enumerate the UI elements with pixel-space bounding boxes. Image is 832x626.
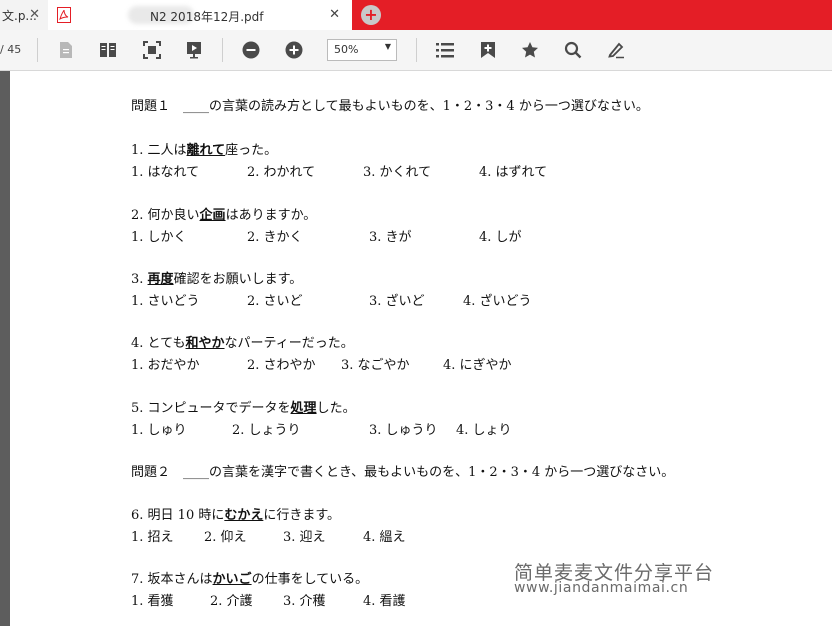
- single-page-view-button[interactable]: [56, 40, 76, 60]
- chevron-down-icon: ▼: [384, 42, 391, 51]
- question-text: 6. 明日 10 時にむかえに行きます。: [131, 504, 340, 523]
- presentation-mode-button[interactable]: [184, 40, 204, 60]
- page-icon: [60, 42, 72, 58]
- zoom-out-icon: [242, 41, 260, 59]
- option: 1. しゅり: [131, 423, 187, 438]
- toolbar-divider: [37, 38, 38, 62]
- question-text-pre: 5. コンピュータでデータを: [131, 401, 291, 416]
- tab-active-title: N2 2018年12月.pdf: [150, 10, 264, 24]
- option: 3. きが: [369, 230, 412, 245]
- option: 3. 介穫: [283, 594, 326, 609]
- question-text-pre: 4. とても: [131, 336, 186, 351]
- option: 4. にぎやか: [443, 358, 512, 373]
- option: 3. かくれて: [363, 165, 432, 180]
- option: 1. さいどう: [131, 294, 200, 309]
- close-icon[interactable]: ✕: [29, 7, 40, 22]
- annotate-button[interactable]: [606, 40, 626, 60]
- close-icon[interactable]: ✕: [329, 7, 340, 22]
- two-page-icon: [100, 43, 116, 57]
- option: 4. しょり: [456, 423, 512, 438]
- option: 1. はなれて: [131, 165, 200, 180]
- option: 2. わかれて: [247, 165, 316, 180]
- question-text-pre: 3.: [131, 272, 148, 287]
- page-count: / 45: [0, 43, 22, 56]
- option: 1. 招え: [131, 530, 174, 545]
- option: 4. 縕え: [363, 530, 406, 545]
- option: 3. しゅうり: [369, 423, 438, 438]
- option: 2. さわやか: [247, 358, 316, 373]
- option: 4. はずれて: [479, 165, 548, 180]
- toolbar-divider: [222, 38, 223, 62]
- question-underlined-word: 離れて: [186, 143, 226, 158]
- question-text-post: 確認をお願いします。: [173, 272, 303, 287]
- presentation-icon: [187, 42, 201, 59]
- question-text-pre: 1. 二人は: [131, 143, 187, 158]
- annotate-pen-icon: [608, 42, 624, 59]
- outline-button[interactable]: [435, 40, 455, 60]
- question-underlined-word: むかえ: [224, 508, 264, 523]
- question-text-post: はありますか。: [225, 208, 317, 223]
- toolbar-divider: [416, 38, 417, 62]
- question-text: 4. とても和やかなパーティーだった。: [131, 332, 354, 351]
- option: 4. ざいどう: [463, 294, 532, 309]
- watermark-url: www.jiandanmaimai.cn: [514, 580, 689, 596]
- star-icon: [522, 42, 538, 58]
- option: 1. しかく: [131, 230, 187, 245]
- add-bookmark-icon: [481, 42, 495, 58]
- fit-to-screen-button[interactable]: [142, 40, 162, 60]
- tab-bar: 文.p... ✕ N2 2018年12月.pdf ✕ +: [0, 0, 832, 30]
- tab-active-document[interactable]: N2 2018年12月.pdf ✕: [48, 0, 352, 30]
- question-text-post: 座った。: [225, 143, 278, 158]
- option: 1. おだやか: [131, 358, 200, 373]
- question-text-post: に行きます。: [263, 508, 341, 523]
- question-text: 2. 何か良い企画はありますか。: [131, 204, 316, 223]
- option: 2. 仰え: [204, 530, 247, 545]
- zoom-out-button[interactable]: [241, 40, 261, 60]
- option: 2. きかく: [247, 230, 303, 245]
- fit-screen-icon: [143, 41, 161, 59]
- question-text-pre: 7. 坂本さんは: [131, 572, 213, 587]
- zoom-in-button[interactable]: [284, 40, 304, 60]
- new-tab-plus-icon[interactable]: +: [361, 5, 381, 25]
- zoom-value: 50%: [334, 43, 359, 56]
- option: 1. 看獲: [131, 594, 174, 609]
- zoom-in-icon: [285, 41, 303, 59]
- search-icon: [564, 41, 582, 59]
- pdf-file-icon: [57, 7, 71, 23]
- question-text-post: なパーティーだった。: [224, 336, 354, 351]
- question-2-header: 問題２ ____の言葉を漢字で書くとき、最もよいものを、1・2・3・4 から一つ…: [131, 465, 675, 480]
- option: 3. ざいど: [369, 294, 425, 309]
- outline-list-icon: [436, 43, 454, 58]
- question-text-pre: 6. 明日 10 時に: [131, 508, 225, 523]
- question-underlined-word: 和やか: [185, 336, 225, 351]
- tab-previous-document[interactable]: 文.p... ✕: [0, 0, 48, 30]
- option: 3. 迎え: [283, 530, 326, 545]
- question-text: 7. 坂本さんはかいごの仕事をしている。: [131, 568, 368, 587]
- option: 2. 介護: [210, 594, 253, 609]
- option: 4. しが: [479, 230, 522, 245]
- search-button[interactable]: [563, 40, 583, 60]
- question-text-post: した。: [316, 401, 356, 416]
- question-underlined-word: 処理: [290, 401, 317, 416]
- question-text: 5. コンピュータでデータを処理した。: [131, 397, 356, 416]
- question-text: 1. 二人は離れて座った。: [131, 139, 277, 158]
- pdf-page: 問題１ ____の言葉の読み方として最もよいものを、1・2・3・4 から一つ選び…: [0, 71, 832, 626]
- question-text-pre: 2. 何か良い: [131, 208, 200, 223]
- option: 2. しょうり: [232, 423, 301, 438]
- question-text: 3. 再度確認をお願いします。: [131, 268, 302, 287]
- question-underlined-word: かいご: [212, 572, 252, 587]
- toolbar: / 45 50% ▼: [0, 30, 832, 71]
- two-page-view-button[interactable]: [98, 40, 118, 60]
- favorite-button[interactable]: [520, 40, 540, 60]
- add-bookmark-button[interactable]: [478, 40, 498, 60]
- question-underlined-word: 再度: [147, 272, 174, 287]
- option: 3. なごやか: [341, 358, 410, 373]
- zoom-select[interactable]: 50% ▼: [327, 39, 397, 61]
- option: 2. さいど: [247, 294, 303, 309]
- document-viewer[interactable]: 問題１ ____の言葉の読み方として最もよいものを、1・2・3・4 から一つ選び…: [0, 71, 832, 626]
- question-underlined-word: 企画: [199, 208, 226, 223]
- question-text-post: の仕事をしている。: [251, 572, 369, 587]
- option: 4. 看護: [363, 594, 406, 609]
- question-1-header: 問題１ ____の言葉の読み方として最もよいものを、1・2・3・4 から一つ選び…: [131, 99, 649, 114]
